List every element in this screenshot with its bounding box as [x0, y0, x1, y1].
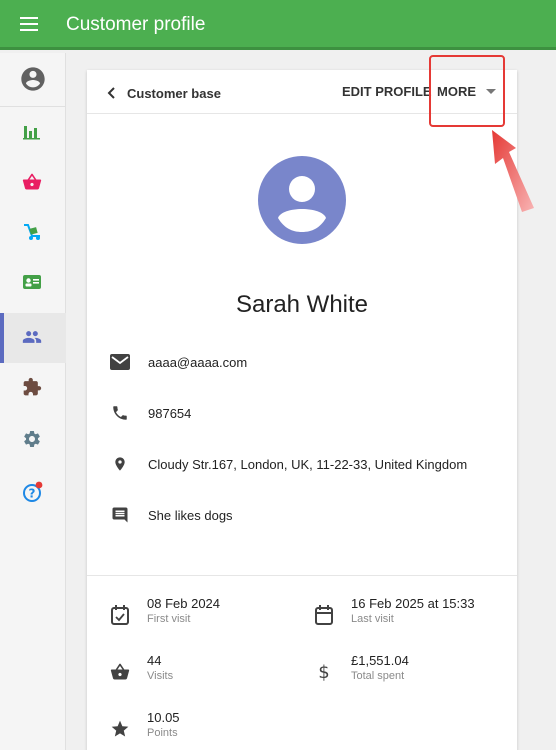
points-label: Points [147, 727, 178, 739]
total-spent-label: Total spent [351, 670, 405, 682]
sidebar-item-customers[interactable] [0, 313, 66, 363]
basket-icon [22, 173, 42, 190]
first-visit-label: First visit [147, 613, 191, 625]
menu-icon[interactable] [20, 17, 46, 35]
customer-profile-card: Customer base EDIT PROFILE MORE Sarah Wh… [87, 70, 517, 750]
note-icon [109, 504, 131, 526]
last-visit-label: Last visit [351, 613, 394, 625]
address-value: Cloudy Str.167, London, UK, 11-22-33, Un… [148, 456, 468, 472]
edit-profile-button[interactable]: EDIT PROFILE [342, 84, 432, 99]
calendar-check-icon [109, 604, 131, 626]
sidebar-item-help[interactable]: ? [0, 467, 66, 517]
phone-icon [109, 402, 131, 424]
chevron-left-icon [107, 87, 115, 99]
app-bar: Customer profile [0, 0, 556, 50]
location-pin-icon [109, 453, 131, 475]
note-row: She likes dogs [109, 503, 233, 527]
visits-value: 44 [147, 653, 162, 668]
email-row: aaaa@aaaa.com [109, 350, 247, 374]
note-value: She likes dogs [148, 507, 233, 523]
help-icon: ? [23, 481, 43, 502]
address-row: Cloudy Str.167, London, UK, 11-22-33, Un… [109, 452, 467, 476]
pointer-arrow-icon [492, 130, 534, 212]
visits-label: Visits [147, 670, 174, 682]
points-value: 10.05 [147, 710, 180, 725]
bar-chart-icon [23, 126, 40, 140]
basket-icon [109, 661, 131, 683]
svg-text:?: ? [29, 487, 36, 501]
sidebar-item-analytics[interactable] [0, 108, 66, 158]
back-label: Customer base [127, 85, 221, 101]
account-circle-icon [21, 67, 45, 91]
email-icon [109, 351, 131, 373]
customer-name: Sarah White [235, 291, 369, 318]
sidebar-item-inventory[interactable] [0, 208, 66, 258]
puzzle-icon [23, 377, 42, 396]
svg-text:$: $ [318, 662, 329, 683]
total-spent-value: £1,551.04 [351, 653, 409, 668]
people-icon [22, 331, 42, 343]
gear-icon [24, 431, 40, 447]
star-icon [109, 718, 131, 740]
sidebar-item-settings[interactable] [0, 415, 66, 465]
divider [87, 575, 517, 576]
page-title: Customer profile [66, 14, 206, 35]
user-avatar[interactable] [0, 53, 66, 107]
customer-avatar [258, 156, 346, 244]
badge-icon [23, 275, 41, 289]
calendar-icon [313, 604, 335, 626]
sidebar-item-apps[interactable] [0, 363, 66, 413]
dollar-icon: $ [313, 661, 335, 683]
email-value: aaaa@aaaa.com [148, 354, 248, 370]
phone-value: 987654 [148, 405, 192, 421]
back-link[interactable]: Customer base [107, 83, 221, 103]
highlight-box [429, 55, 505, 127]
sidebar-item-sales[interactable] [0, 158, 66, 208]
last-visit-value: 16 Feb 2025 at 15:33 [351, 596, 475, 611]
first-visit-value: 08 Feb 2024 [147, 596, 221, 611]
phone-row: 987654 [109, 401, 191, 425]
sidebar-item-employees[interactable] [0, 258, 66, 308]
dolly-icon [24, 224, 40, 240]
sidebar: ? [0, 53, 66, 750]
